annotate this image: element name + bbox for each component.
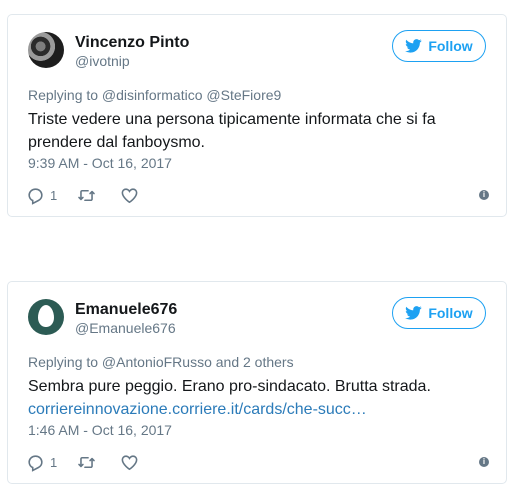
like-button[interactable] <box>120 185 139 205</box>
retweet-icon <box>78 189 95 201</box>
follow-label: Follow <box>428 38 473 54</box>
reply-button[interactable]: 1 <box>26 452 57 472</box>
heart-icon <box>121 187 138 203</box>
tweet-body: Triste vedere una persona tipicamente in… <box>28 111 436 151</box>
heart-icon <box>121 454 138 470</box>
author-name[interactable]: Vincenzo Pinto <box>75 34 189 52</box>
follow-label: Follow <box>428 305 473 321</box>
tweet-link[interactable]: corriereinnovazione.corriere.it/cards/ch… <box>28 401 367 418</box>
tweet-text: Sembra pure peggio. Erano pro-sindacato.… <box>28 375 448 421</box>
tweet-card: Emanuele676 @Emanuele676 Follow Replying… <box>7 281 507 484</box>
info-icon[interactable]: i <box>479 190 489 200</box>
follow-button[interactable]: Follow <box>392 297 486 329</box>
timestamp[interactable]: 1:46 AM - Oct 16, 2017 <box>28 422 172 438</box>
reply-button[interactable]: 1 <box>26 185 57 205</box>
replying-to: Replying to @AntonioFRusso and 2 others <box>28 354 294 370</box>
egg-avatar-icon <box>38 305 54 327</box>
author-name[interactable]: Emanuele676 <box>75 301 177 319</box>
author-handle[interactable]: @ivotnip <box>75 53 130 69</box>
info-icon[interactable]: i <box>479 457 489 467</box>
bird-icon <box>405 306 422 320</box>
reply-icon <box>28 187 43 205</box>
bird-icon <box>405 39 422 53</box>
follow-button[interactable]: Follow <box>392 30 486 62</box>
like-button[interactable] <box>120 452 139 472</box>
tweet-card: Vincenzo Pinto @ivotnip Follow Replying … <box>7 14 507 217</box>
author-handle[interactable]: @Emanuele676 <box>75 320 176 336</box>
retweet-button[interactable] <box>77 185 96 205</box>
reply-count: 1 <box>50 454 58 470</box>
reply-count: 1 <box>50 187 58 203</box>
tweet-body: Sembra pure peggio. Erano pro-sindacato.… <box>28 378 431 395</box>
tweet-text: Triste vedere una persona tipicamente in… <box>28 108 448 154</box>
retweet-button[interactable] <box>77 452 96 472</box>
retweet-icon <box>78 456 95 468</box>
replying-to: Replying to @disinformatico @SteFiore9 <box>28 87 282 103</box>
avatar[interactable] <box>28 32 64 68</box>
avatar[interactable] <box>28 299 64 335</box>
reply-icon <box>28 454 43 472</box>
timestamp[interactable]: 9:39 AM - Oct 16, 2017 <box>28 155 172 171</box>
